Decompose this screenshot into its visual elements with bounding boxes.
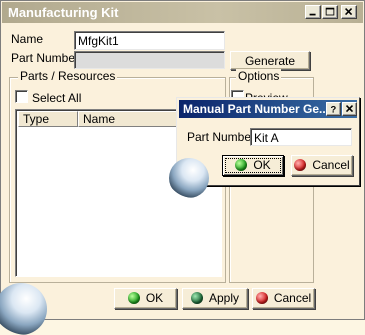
- decorative-swirl-icon: [0, 283, 47, 335]
- dialog-cancel-label: Cancel: [312, 158, 350, 172]
- maximize-icon: [325, 7, 335, 16]
- dialog-part-number-label: Part Number: [187, 130, 256, 144]
- cancel-icon: [255, 291, 268, 304]
- part-number-field: [74, 51, 225, 69]
- dialog-cancel-icon: [294, 158, 307, 171]
- part-number-label: Part Number: [11, 51, 80, 65]
- dialog-part-number-field[interactable]: Kit A: [250, 128, 352, 146]
- apply-button[interactable]: Apply: [182, 288, 248, 309]
- ok-button-label: OK: [145, 291, 164, 305]
- apply-button-label: Apply: [208, 291, 240, 305]
- close-icon: [345, 8, 353, 16]
- select-all-label: Select All: [32, 91, 82, 105]
- cancel-button[interactable]: Cancel: [252, 288, 315, 309]
- column-header-type[interactable]: Type: [18, 111, 78, 127]
- dialog-titlebar[interactable]: Manual Part Number Ge... ?: [179, 100, 357, 118]
- parts-resources-legend: Parts / Resources: [18, 69, 118, 83]
- dialog-ok-label: OK: [253, 158, 271, 172]
- maximize-button[interactable]: [322, 5, 338, 19]
- ok-icon: [127, 291, 140, 304]
- dialog-close-button[interactable]: [342, 102, 357, 116]
- dialog-cancel-button[interactable]: Cancel: [291, 155, 353, 176]
- select-all-checkbox[interactable]: [15, 90, 28, 103]
- name-label: Name: [11, 32, 44, 46]
- cancel-button-label: Cancel: [273, 291, 312, 305]
- dialog-title: Manual Part Number Ge...: [183, 102, 330, 116]
- dialog-ok-icon: [235, 158, 248, 171]
- svg-text:?: ?: [331, 103, 337, 114]
- dialog-decorative-swirl-icon: [169, 158, 209, 198]
- window-titlebar[interactable]: Manufacturing Kit: [2, 2, 363, 23]
- ok-button[interactable]: OK: [114, 288, 177, 309]
- dialog-ok-button[interactable]: OK: [222, 155, 284, 176]
- apply-icon: [190, 291, 203, 304]
- generate-button[interactable]: Generate: [230, 51, 310, 70]
- minimize-icon: [309, 13, 316, 16]
- window-title: Manufacturing Kit: [8, 5, 119, 20]
- dialog-help-button[interactable]: ?: [326, 102, 341, 116]
- question-icon: ?: [331, 103, 337, 114]
- close-icon: [345, 105, 354, 113]
- manual-part-number-dialog: Manual Part Number Ge... ? Part Number K…: [169, 97, 360, 198]
- name-field[interactable]: MfgKit1: [74, 31, 225, 50]
- options-legend: Options: [236, 69, 282, 83]
- minimize-button[interactable]: [305, 5, 321, 19]
- close-button[interactable]: [341, 5, 357, 19]
